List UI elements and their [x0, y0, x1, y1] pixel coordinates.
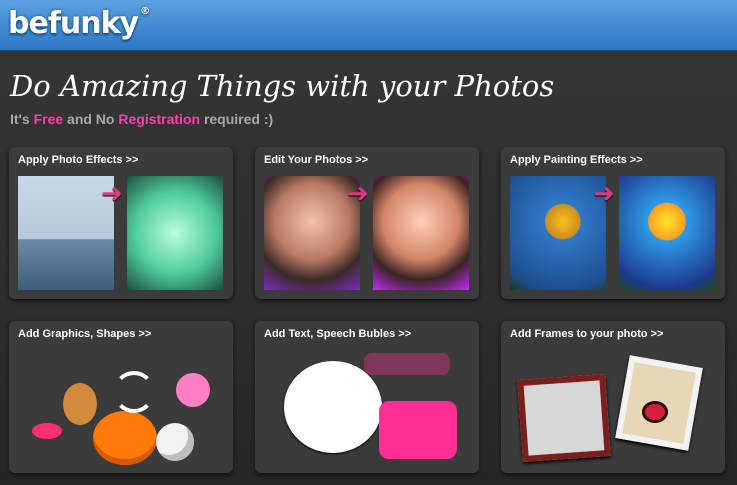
- page-title: Do Amazing Things with your Photos: [10, 69, 555, 103]
- gingerbread-icon: [63, 383, 97, 425]
- card-add-frames[interactable]: Add Frames to your photo >>: [501, 321, 725, 473]
- face-photo: [264, 176, 360, 290]
- subtitle-free: Free: [33, 111, 64, 127]
- befunky-logo[interactable]: befunky ®: [8, 6, 150, 41]
- frame-icon: [517, 374, 611, 462]
- arrow-right-icon: ➜: [101, 178, 123, 208]
- seagull-effect-photo: [127, 176, 223, 290]
- card-add-text-speech-bubbles[interactable]: Add Text, Speech Bubles >>: [255, 321, 479, 473]
- subtitle-registration: Registration: [118, 111, 201, 127]
- card-title[interactable]: Add Text, Speech Bubles >>: [264, 328, 411, 340]
- arrow-right-icon: ➜: [347, 178, 369, 208]
- lips-icon: [32, 423, 62, 439]
- pig-icon: [176, 373, 210, 407]
- card-apply-painting-effects[interactable]: Apply Painting Effects >> ➜: [501, 147, 725, 299]
- subtitle-suffix: required :): [200, 111, 274, 127]
- header: befunky ®: [0, 0, 737, 51]
- card-title[interactable]: Apply Painting Effects >>: [510, 154, 643, 166]
- subtitle-middle: and No: [63, 111, 119, 127]
- pumpkin-icon: [93, 411, 157, 465]
- happy-birthday-bubble: [379, 401, 457, 459]
- ladybug-icon: [642, 401, 668, 423]
- seagull-photo: [18, 176, 114, 290]
- face-edited-photo: [373, 176, 469, 290]
- card-edit-your-photos[interactable]: Edit Your Photos >> ➜: [255, 147, 479, 299]
- sunflower-photo: [510, 176, 606, 290]
- card-title[interactable]: Edit Your Photos >>: [264, 154, 368, 166]
- card-title[interactable]: Apply Photo Effects >>: [18, 154, 138, 166]
- frames-artwork: [510, 351, 716, 469]
- card-title[interactable]: Add Frames to your photo >>: [510, 328, 663, 340]
- congrats-text: [364, 353, 450, 375]
- main-content: Do Amazing Things with your Photos It's …: [0, 51, 737, 485]
- card-add-graphics-shapes[interactable]: Add Graphics, Shapes >>: [9, 321, 233, 473]
- logo-text: befunky: [8, 6, 139, 41]
- page-subtitle: It's Free and No Registration required :…: [10, 111, 273, 127]
- speech-bubble-icon: [284, 361, 382, 453]
- card-apply-photo-effects[interactable]: Apply Photo Effects >> ➜: [9, 147, 233, 299]
- arrow-right-icon: ➜: [593, 178, 615, 208]
- sunflower-painted-photo: [619, 176, 715, 290]
- arrows-icon: [113, 371, 155, 413]
- logo-trademark: ®: [140, 6, 150, 17]
- soccer-ball-icon: [156, 423, 194, 461]
- text-artwork: [264, 351, 470, 469]
- subtitle-prefix: It's: [10, 111, 34, 127]
- graphics-artwork: [18, 351, 224, 469]
- card-title[interactable]: Add Graphics, Shapes >>: [18, 328, 151, 340]
